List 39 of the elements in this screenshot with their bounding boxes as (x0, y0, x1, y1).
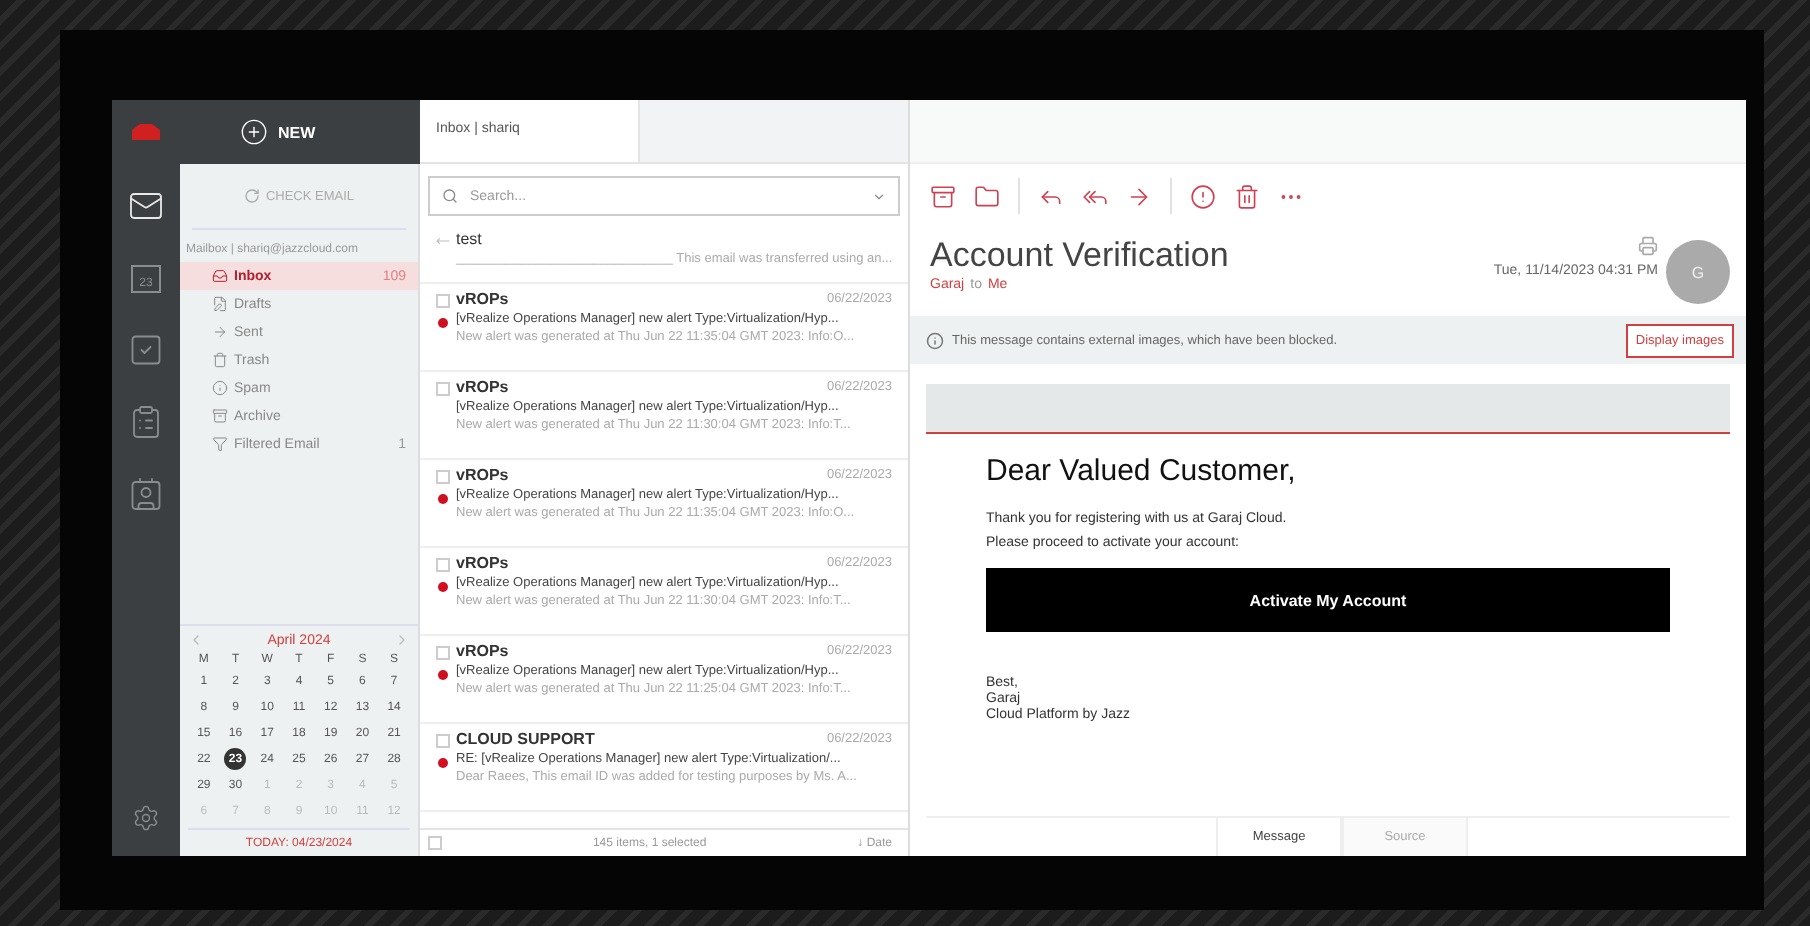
refresh-icon (243, 188, 260, 204)
inbox-icon (212, 268, 228, 284)
message-title: Account Verification (930, 236, 1231, 276)
pencil-icon (212, 296, 228, 312)
search-icon (442, 188, 458, 204)
alert-icon[interactable] (1190, 183, 1216, 209)
row-checkbox[interactable] (435, 734, 449, 748)
row-checkbox[interactable] (435, 646, 449, 660)
activate-account-button[interactable]: Activate My Account (986, 568, 1670, 632)
sender-name: test (456, 230, 484, 248)
sender-name: vROPs (456, 290, 509, 308)
avatar: G (1666, 240, 1730, 304)
sender-name: CLOUD SUPPORT (456, 730, 595, 748)
archive-icon (212, 408, 228, 424)
row-checkbox[interactable] (435, 470, 449, 484)
row-checkbox[interactable] (435, 294, 449, 308)
archive-icon[interactable] (930, 183, 956, 209)
folder-icon[interactable] (974, 183, 1000, 209)
row-checkbox[interactable] (435, 382, 449, 396)
plus-icon (240, 118, 268, 146)
print-icon[interactable] (1638, 236, 1658, 256)
new-button[interactable]: NEW (240, 118, 316, 146)
info-icon (212, 380, 228, 396)
logo-icon (130, 122, 162, 142)
trash-icon[interactable] (1234, 183, 1260, 209)
email-greeting: Dear Valued Customer, (986, 454, 1298, 488)
sender-name: vROPs (456, 554, 509, 572)
sender-name: vROPs (456, 378, 509, 396)
trash-icon (212, 352, 228, 368)
forward-icon[interactable] (1126, 183, 1152, 209)
sender-name: vROPs (456, 466, 509, 484)
replied-icon (435, 234, 449, 248)
select-all-checkbox[interactable] (428, 836, 442, 850)
filter-icon (212, 436, 228, 452)
arrow-icon (212, 324, 228, 340)
dropdown-caret-icon[interactable] (872, 189, 886, 203)
row-checkbox[interactable] (435, 558, 449, 572)
info-icon (926, 331, 944, 349)
sender-name: vROPs (456, 642, 509, 660)
